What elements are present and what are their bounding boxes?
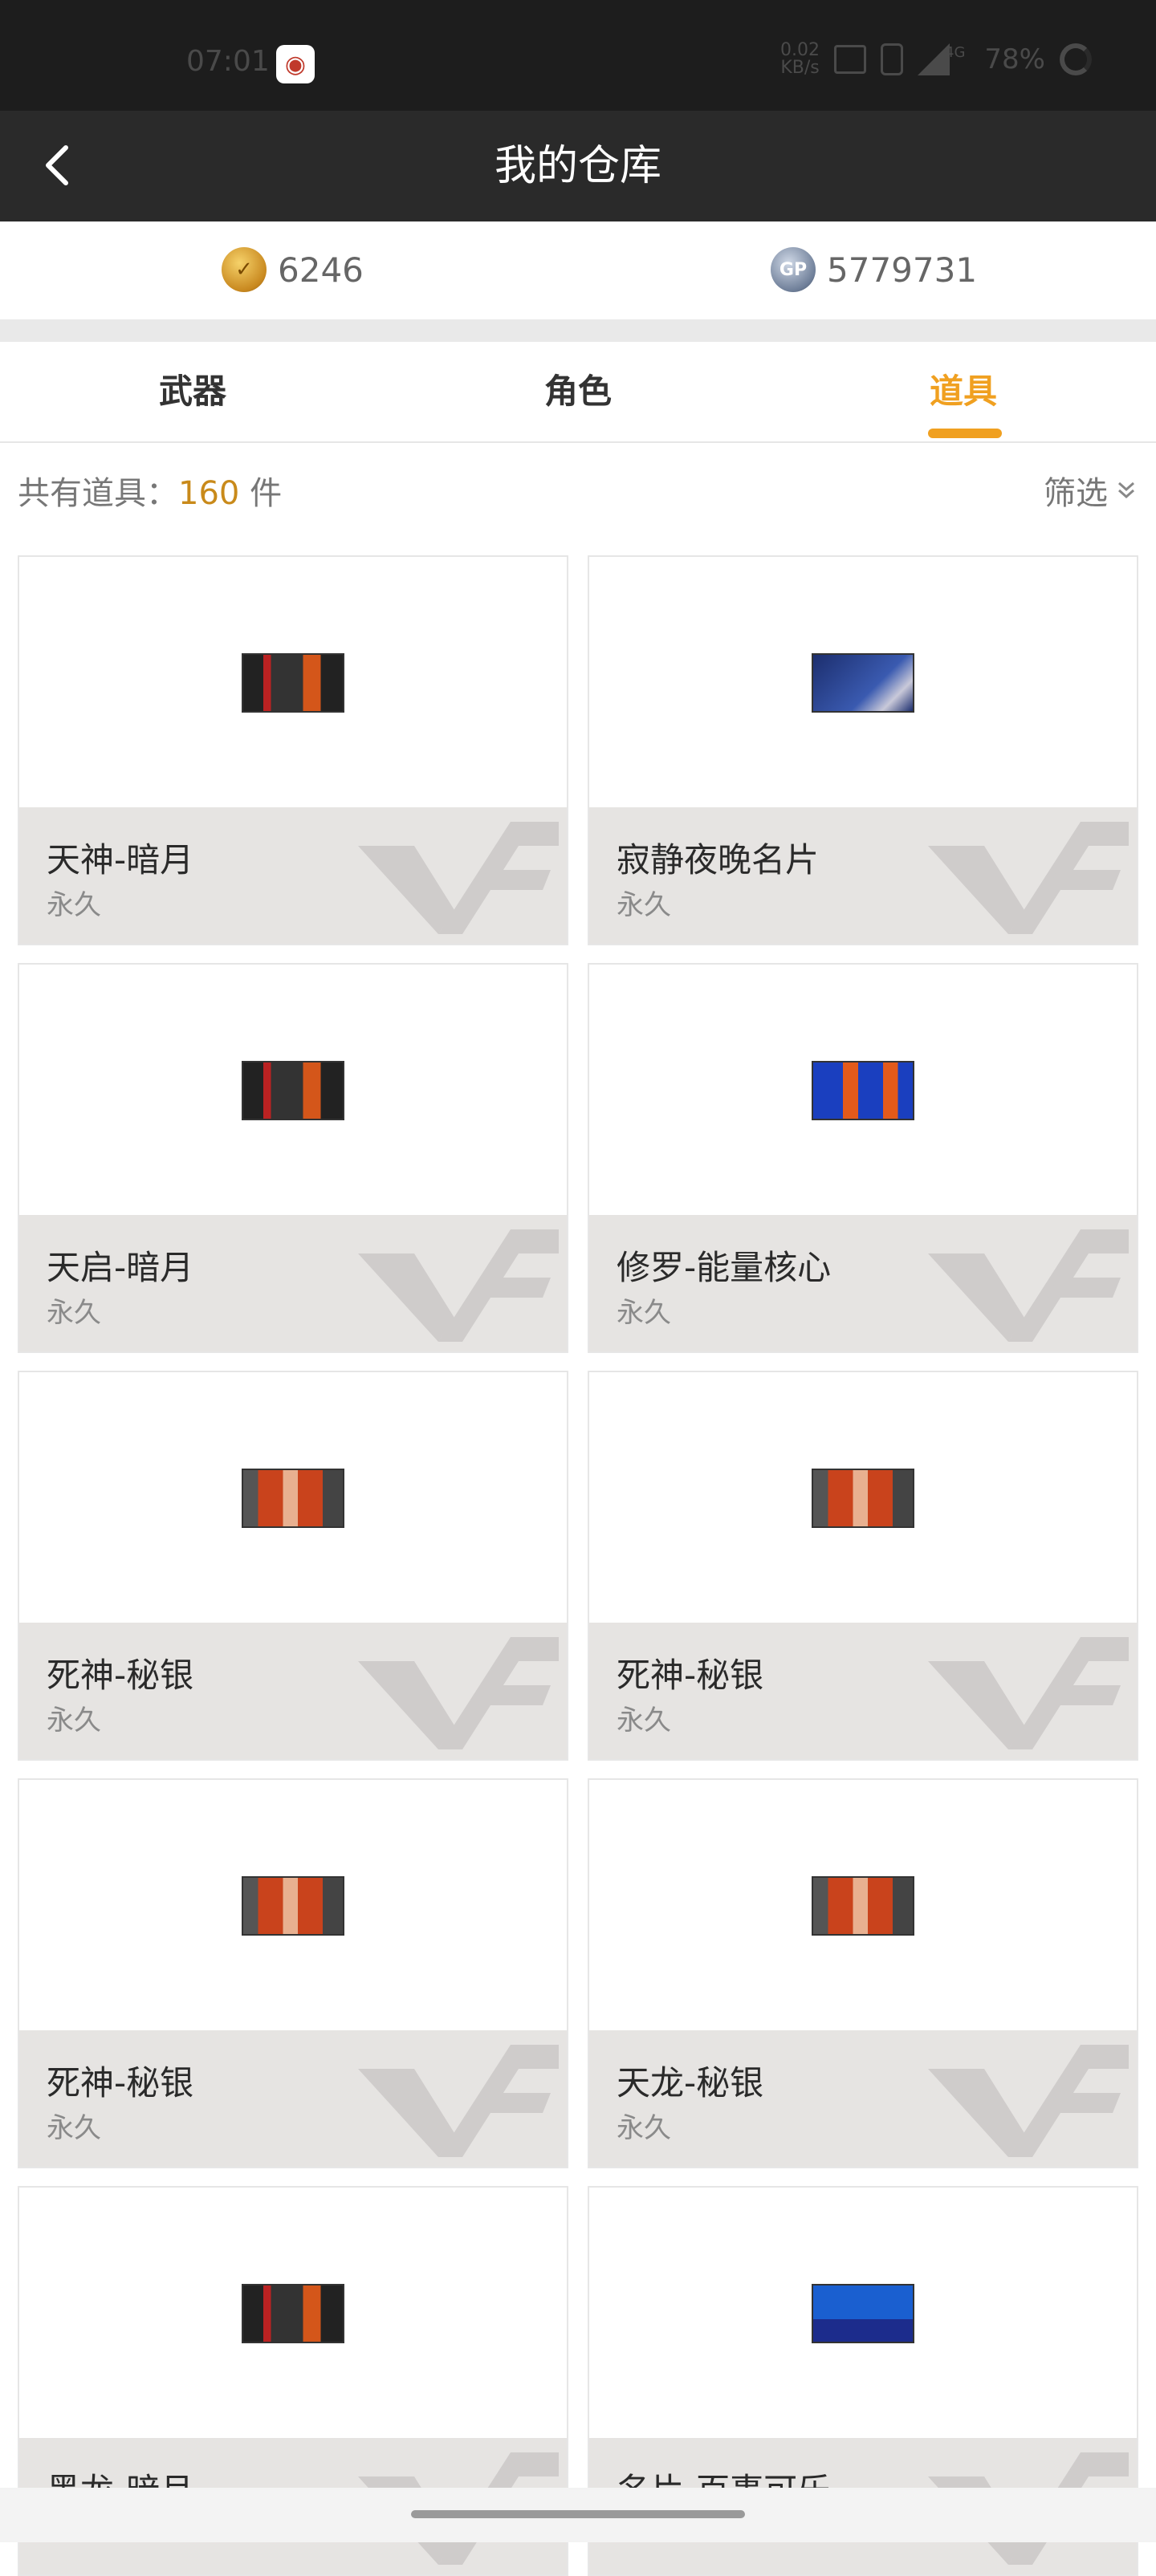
item-info-panel: 修罗-能量核心永久 [589,1215,1137,1351]
item-info-panel: 死神-秘银永久 [19,2030,567,2167]
item-info-panel: 天神-暗月永久 [19,807,567,944]
status-indicators: 0.02 KB/s 4G 78% [780,42,1092,77]
item-term: 永久 [47,889,101,921]
network-type: 4G [945,44,966,61]
item-count-label: 共有道具： [18,475,178,512]
item-term: 永久 [617,1704,671,1737]
status-bar: 07:01 ◉ 0.02 KB/s 4G 78% [0,0,1156,111]
hd-icon [834,45,867,74]
gp-icon: GP [771,247,816,292]
section-divider [0,319,1156,342]
item-card[interactable]: 天启-暗月永久 [18,963,568,1353]
item-name: 寂静夜晚名片 [617,840,820,880]
app-notification-icon: ◉ [276,45,315,83]
status-time: 07:01 [186,45,270,78]
balance-bar: ✓ 6246 GP 5779731 [0,221,1156,319]
item-thumbnail [242,1876,344,1936]
active-tab-indicator [928,429,1002,438]
count-row: 共有道具：160 件 筛选 [0,443,1156,531]
category-tabs: 武器 角色 道具 [0,342,1156,443]
item-thumbnail [242,1469,344,1528]
net-speed-unit: KB/s [780,58,820,78]
cf-watermark-icon [928,822,1129,934]
tab-items[interactable]: 道具 [867,342,1060,441]
page-title: 我的仓库 [494,142,661,190]
battery-percent: 78% [984,43,1045,75]
item-count-unit: 件 [250,475,283,512]
filter-button[interactable]: 筛选 [1044,467,1138,514]
item-info-panel: 寂静夜晚名片 永久 [589,807,1137,944]
item-term: 永久 [617,889,671,921]
item-count: 共有道具：160 件 [18,467,282,514]
item-name: 死神-秘银 [47,1656,194,1695]
cf-watermark-icon [358,822,559,934]
item-thumbnail [812,1469,914,1528]
item-card[interactable]: 修罗-能量核心永久 [588,963,1138,1353]
item-card[interactable]: 死神-秘银永久 [18,1371,568,1761]
item-term: 永久 [47,1297,101,1329]
item-term: 永久 [617,1297,671,1329]
net-speed: 0.02 KB/s [780,42,820,77]
gp-balance: GP 5779731 [771,247,977,292]
item-term: 永久 [47,1704,101,1737]
cf-watermark-icon [928,2045,1129,2157]
item-info-panel: 天启-暗月永久 [19,1215,567,1351]
item-card[interactable]: 死神-秘银永久 [18,1778,568,2168]
cf-watermark-icon [928,1229,1129,1342]
item-info-panel: 死神-秘银永久 [19,1623,567,1759]
cf-watermark-icon [358,1229,559,1342]
item-card[interactable]: 天龙-秘银永久 [588,1778,1138,2168]
tab-weapons[interactable]: 武器 [96,342,289,441]
battery-icon [1060,43,1092,75]
signal-group: 4G [918,43,970,75]
coin-balance: ✓ 6246 [222,247,364,292]
item-name: 死神-秘银 [47,2063,194,2103]
vibrate-icon [881,43,904,75]
item-card[interactable]: 天神-暗月永久 [18,555,568,945]
app-header: 我的仓库 [0,111,1156,221]
cf-watermark-icon [358,1637,559,1749]
item-thumbnail [242,653,344,713]
item-name: 天龙-秘银 [617,2063,764,2103]
cf-watermark-icon [928,1637,1129,1749]
home-indicator[interactable] [411,2510,745,2518]
item-card[interactable]: 死神-秘银永久 [588,1371,1138,1761]
item-info-panel: 天龙-秘银永久 [589,2030,1137,2167]
item-count-value: 160 [178,475,240,512]
item-thumbnail [812,1876,914,1936]
item-card[interactable]: 寂静夜晚名片 永久 [588,555,1138,945]
item-name: 修罗-能量核心 [617,1248,832,1287]
item-thumbnail [812,653,914,713]
back-arrow-icon[interactable] [35,141,83,189]
cf-watermark-icon [358,2045,559,2157]
item-name: 天启-暗月 [47,1248,194,1287]
item-thumbnail [242,1061,344,1120]
item-name: 天神-暗月 [47,840,194,880]
item-info-panel: 死神-秘银永久 [589,1623,1137,1759]
filter-label: 筛选 [1044,475,1108,512]
net-speed-value: 0.02 [780,40,820,60]
double-chevron-down-icon [1118,481,1134,499]
item-thumbnail [812,1061,914,1120]
item-thumbnail [242,2284,344,2343]
item-term: 永久 [617,2112,671,2144]
coin-icon: ✓ [222,247,267,292]
item-name: 死神-秘银 [617,1656,764,1695]
gp-balance-value: 5779731 [827,250,978,290]
item-term: 永久 [47,2112,101,2144]
item-thumbnail [812,2284,914,2343]
coin-balance-value: 6246 [278,250,364,290]
tab-characters[interactable]: 角色 [482,342,674,441]
